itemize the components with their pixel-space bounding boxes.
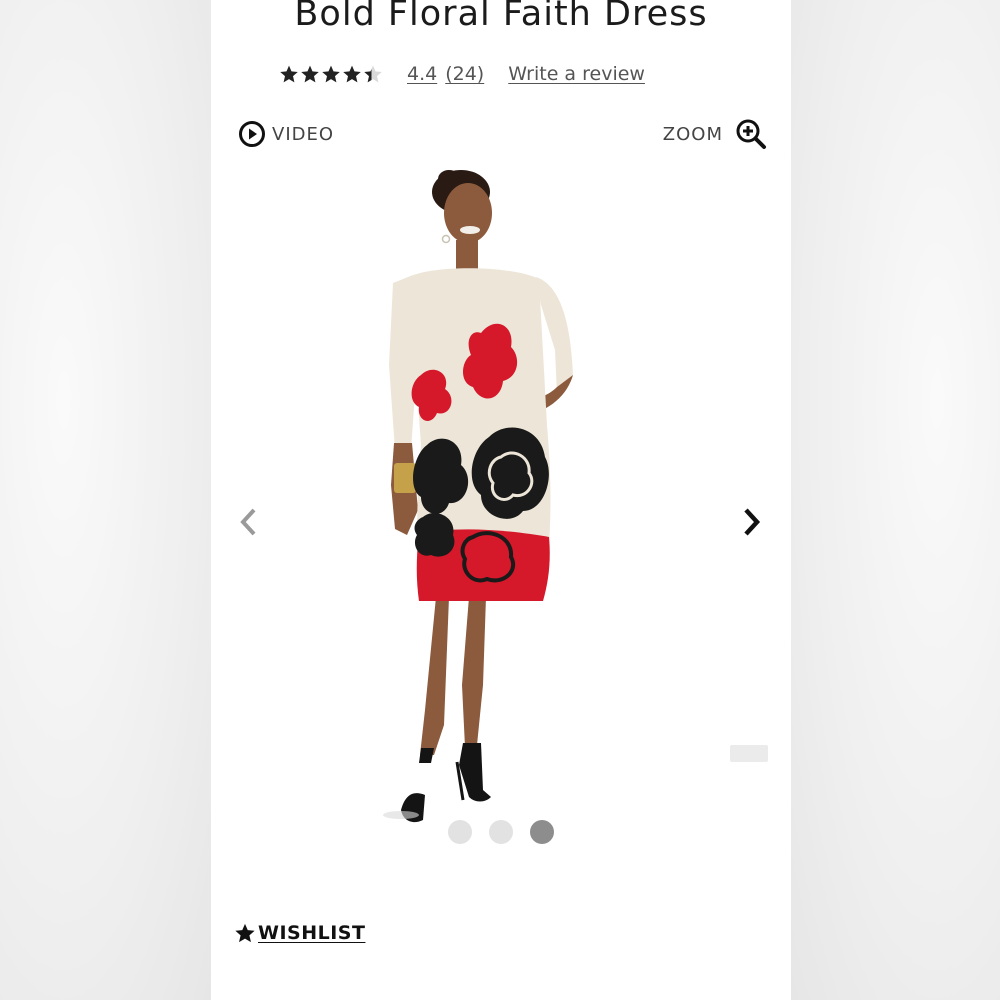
play-circle-icon bbox=[239, 121, 265, 147]
rating-stars[interactable] bbox=[279, 64, 383, 84]
left-backdrop bbox=[0, 0, 211, 1000]
next-image-button[interactable] bbox=[737, 505, 767, 539]
image-thumbnail-pill[interactable] bbox=[730, 745, 768, 762]
rating-row: 4.4 (24) Write a review bbox=[279, 60, 645, 88]
star-full-icon bbox=[301, 65, 319, 83]
carousel-dot-3[interactable] bbox=[530, 820, 554, 844]
product-title: Bold Floral Faith Dress bbox=[294, 0, 708, 34]
carousel-dots bbox=[448, 820, 554, 844]
review-count-link[interactable]: (24) bbox=[445, 63, 484, 85]
star-icon bbox=[235, 923, 255, 943]
star-full-icon bbox=[280, 65, 298, 83]
carousel-dot-2[interactable] bbox=[489, 820, 513, 844]
video-button[interactable]: VIDEO bbox=[238, 120, 334, 148]
carousel-dot-1[interactable] bbox=[448, 820, 472, 844]
product-panel: Bold Floral Faith Dress 4.4 (24) Write a… bbox=[211, 0, 791, 1000]
wishlist-label: WISHLIST bbox=[258, 922, 366, 944]
video-label: VIDEO bbox=[272, 123, 335, 145]
zoom-in-icon bbox=[736, 119, 766, 149]
chevron-right-icon bbox=[744, 508, 761, 536]
star-partial-icon bbox=[364, 65, 382, 83]
previous-image-button[interactable] bbox=[233, 505, 263, 539]
zoom-label: ZOOM bbox=[662, 123, 723, 145]
right-backdrop bbox=[791, 0, 1000, 1000]
product-image[interactable] bbox=[361, 165, 601, 830]
chevron-left-icon bbox=[240, 508, 256, 536]
star-full-icon bbox=[322, 65, 340, 83]
write-review-link[interactable]: Write a review bbox=[508, 63, 645, 85]
zoom-button[interactable]: ZOOM bbox=[663, 118, 767, 150]
rating-value-link[interactable]: 4.4 bbox=[407, 63, 437, 85]
wishlist-button[interactable]: WISHLIST bbox=[234, 922, 365, 944]
star-full-icon bbox=[343, 65, 361, 83]
